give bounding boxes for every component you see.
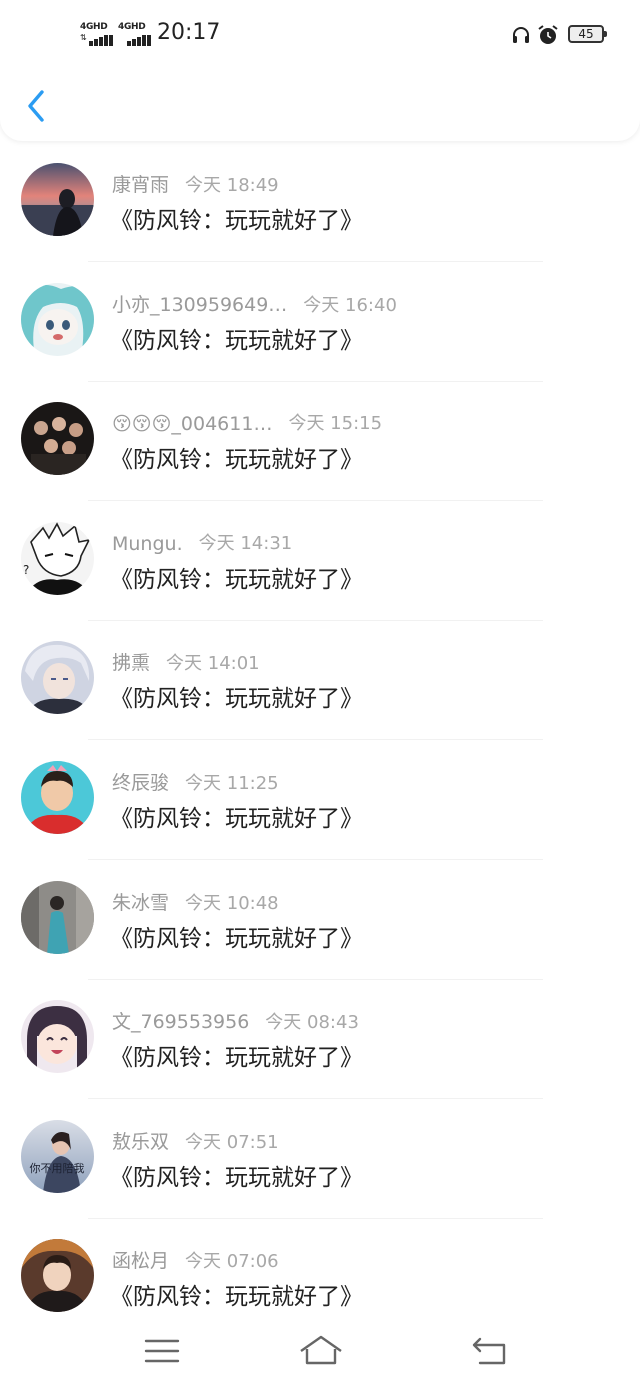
avatar-text: 你不用陪我 bbox=[30, 1161, 85, 1175]
user-name[interactable]: 拂熏 bbox=[112, 648, 150, 675]
user-name[interactable]: 文_769553956 bbox=[112, 1007, 249, 1034]
message-text: 《防风铃：玩玩就好了》 bbox=[110, 1045, 363, 1072]
avatar[interactable]: ? bbox=[21, 521, 94, 595]
user-name[interactable]: 康宵雨 bbox=[112, 170, 169, 197]
timestamp: 今天 07:51 bbox=[185, 1131, 279, 1153]
message-text: 《防风铃：玩玩就好了》 bbox=[110, 566, 363, 593]
user-name[interactable]: 😚😚😚_004611… bbox=[112, 413, 272, 435]
message-list: 康宵雨 今天 18:49 《防风铃：玩玩就好了》 小亦_130959649… 今天 … bbox=[0, 143, 640, 1339]
timestamp: 今天 10:48 bbox=[185, 892, 279, 914]
signal-2-icon: 4GHD bbox=[118, 22, 154, 48]
user-name[interactable]: 朱冰雪 bbox=[112, 888, 169, 915]
avatar[interactable] bbox=[21, 282, 94, 356]
avatar[interactable] bbox=[21, 163, 94, 236]
back-chevron-icon[interactable] bbox=[20, 86, 54, 126]
message-text: 《防风铃：玩玩就好了》 bbox=[110, 447, 363, 474]
message-text: 《防风铃：玩玩就好了》 bbox=[110, 686, 363, 713]
navigation-bar bbox=[0, 1317, 640, 1387]
status-time: 20:17 bbox=[157, 20, 221, 45]
signal-1-icon: 4GHD ⇅ bbox=[80, 22, 116, 48]
user-name[interactable]: 终辰骏 bbox=[112, 768, 169, 795]
timestamp: 今天 14:01 bbox=[166, 653, 260, 675]
home-icon[interactable] bbox=[299, 1331, 343, 1371]
list-item[interactable]: 朱冰雪 今天 10:48 《防风铃：玩玩就好了》 bbox=[0, 861, 640, 981]
headphones-icon bbox=[513, 27, 529, 43]
list-item[interactable]: ? Mungu. 今天 14:31 《防风铃：玩玩就好了》 bbox=[0, 502, 640, 622]
timestamp: 今天 11:25 bbox=[185, 772, 279, 794]
avatar[interactable] bbox=[21, 760, 94, 834]
svg-text:?: ? bbox=[23, 563, 29, 577]
message-text: 《防风铃：玩玩就好了》 bbox=[110, 925, 363, 952]
avatar[interactable] bbox=[21, 1000, 94, 1074]
list-item[interactable]: 小亦_130959649… 今天 16:40 《防风铃：玩玩就好了》 bbox=[0, 263, 640, 383]
menu-icon[interactable] bbox=[142, 1331, 182, 1371]
user-name[interactable]: 函松月 bbox=[112, 1246, 169, 1273]
list-item[interactable]: 终辰骏 今天 11:25 《防风铃：玩玩就好了》 bbox=[0, 741, 640, 861]
user-name[interactable]: 小亦_130959649… bbox=[112, 290, 287, 317]
avatar[interactable] bbox=[21, 641, 94, 715]
message-text: 《防风铃：玩玩就好了》 bbox=[110, 327, 363, 354]
message-text: 《防风铃：玩玩就好了》 bbox=[110, 1164, 363, 1191]
timestamp: 今天 08:43 bbox=[265, 1012, 359, 1034]
network-type-label: 4GHD bbox=[118, 22, 146, 32]
message-text: 《防风铃：玩玩就好了》 bbox=[110, 805, 363, 832]
user-name[interactable]: 敖乐双 bbox=[112, 1127, 169, 1154]
timestamp: 今天 16:40 bbox=[303, 294, 397, 316]
timestamp: 今天 14:31 bbox=[198, 532, 293, 554]
timestamp: 今天 07:06 bbox=[185, 1251, 279, 1273]
list-item[interactable]: 拂熏 今天 14:01 《防风铃：玩玩就好了》 bbox=[0, 621, 640, 741]
list-item[interactable]: 你不用陪我 敖乐双 今天 07:51 《防风铃：玩玩就好了》 bbox=[0, 1100, 640, 1220]
network-type-label: 4GHD bbox=[80, 22, 108, 32]
avatar[interactable]: 你不用陪我 bbox=[21, 1119, 94, 1193]
avatar[interactable] bbox=[21, 402, 94, 476]
avatar[interactable] bbox=[21, 880, 94, 954]
list-item[interactable]: 康宵雨 今天 18:49 《防风铃：玩玩就好了》 bbox=[0, 143, 640, 263]
battery-icon: 45 bbox=[568, 25, 607, 43]
message-text: 《防风铃：玩玩就好了》 bbox=[110, 1284, 363, 1311]
timestamp: 今天 15:15 bbox=[288, 413, 383, 435]
message-text: 《防风铃：玩玩就好了》 bbox=[110, 208, 363, 234]
timestamp: 今天 18:49 bbox=[185, 175, 279, 196]
alarm-icon bbox=[538, 25, 558, 44]
user-name[interactable]: Mungu. bbox=[112, 533, 183, 555]
list-item[interactable]: 😚😚😚_004611… 今天 15:15 《防风铃：玩玩就好了》 bbox=[0, 382, 640, 502]
back-icon[interactable] bbox=[470, 1331, 510, 1371]
avatar[interactable] bbox=[21, 1239, 94, 1313]
list-item[interactable]: 文_769553956 今天 08:43 《防风铃：玩玩就好了》 bbox=[0, 980, 640, 1100]
status-bar: 4GHD ⇅ 4GHD 20:17 45 bbox=[0, 0, 640, 70]
